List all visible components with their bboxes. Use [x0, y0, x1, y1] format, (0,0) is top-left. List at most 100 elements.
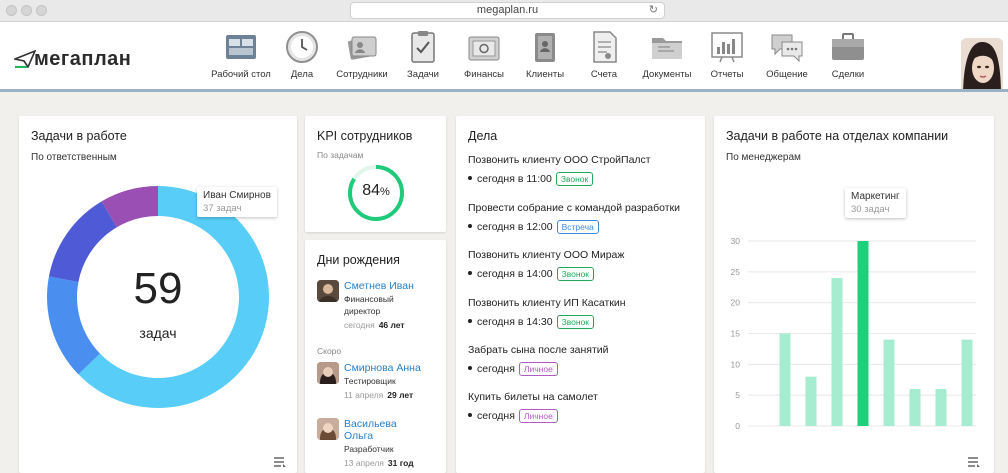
bar-6[interactable] — [935, 389, 947, 426]
window-minimize-button[interactable] — [21, 5, 32, 16]
kpi-card: KPI сотрудников По задачам 84% — [305, 116, 446, 232]
bullet-icon — [468, 224, 472, 228]
nav-item-invoice[interactable]: Счета — [584, 30, 624, 86]
birthday-name-link-cont[interactable]: Ольга — [344, 430, 373, 442]
bar-7[interactable] — [961, 339, 973, 426]
nav-item-chat[interactable]: Общение — [763, 30, 811, 86]
bullet-icon — [468, 366, 472, 370]
birthday-photo — [317, 362, 339, 384]
safe-icon — [468, 36, 500, 61]
employees-icon — [347, 36, 377, 60]
deal-tag[interactable]: Личное — [518, 362, 558, 376]
clients-icon — [535, 33, 555, 62]
briefcase-icon — [832, 33, 864, 60]
deal-tag[interactable]: Звонок — [556, 267, 595, 281]
window-close-button[interactable] — [6, 5, 17, 16]
widget-menu-icon[interactable] — [968, 457, 981, 468]
deal-meta: сегодня в 12:00 Встреча — [468, 220, 705, 234]
deal-time: сегодня в 12:00 — [477, 220, 553, 233]
documents-icon — [652, 38, 682, 59]
deal-title[interactable]: Провести собрание с командой разработки — [468, 202, 705, 214]
donut-total-label: задач — [139, 325, 177, 341]
nav-item-clock[interactable]: Дела — [282, 30, 322, 86]
deal-title[interactable]: Позвонить клиенту ООО Мираж — [468, 249, 705, 261]
deal-tag[interactable]: Встреча — [556, 220, 599, 234]
donut-total: 59 — [133, 264, 183, 313]
bullet-icon — [468, 413, 472, 417]
bar-0[interactable] — [779, 333, 791, 427]
deal-tag[interactable]: Звонок — [556, 315, 595, 329]
deal-meta: сегодня в 11:00 Звонок — [468, 172, 705, 186]
deal-title[interactable]: Купить билеты на самолет — [468, 391, 705, 403]
birthday-role: Финансовый — [344, 294, 394, 304]
deals-card: Дела Позвонить клиенту ООО СтройПалст сег… — [456, 116, 705, 473]
tooltip-value: 37 задач — [203, 203, 242, 214]
deal-time: сегодня в 14:30 — [477, 315, 553, 328]
deal-tag[interactable]: Личное — [518, 409, 558, 423]
nav-item-documents[interactable]: Документы — [638, 30, 696, 86]
person-photo-icon — [317, 280, 339, 302]
departments-chart-card: Задачи в работе на отделах компании По м… — [714, 116, 994, 473]
tasks-icon — [411, 31, 435, 63]
birthday-role-cont: директор — [344, 306, 381, 316]
deal-item[interactable]: Позвонить клиенту ИП Касаткин сегодня в 1… — [468, 297, 705, 329]
nav-item-label: Клиенты — [525, 69, 565, 80]
departments-bar-chart: 0 5 10 15 20 25 30 — [731, 236, 976, 431]
birthday-role: Тестировщик — [344, 376, 396, 386]
nav-item-clients[interactable]: Клиенты — [522, 30, 568, 86]
reports-icon — [711, 32, 743, 63]
kpi-unit: % — [380, 186, 390, 198]
nav-item-employees[interactable]: Сотрудники — [334, 30, 390, 86]
chart-title: Задачи в работе на отделах компании — [726, 129, 949, 143]
y-tick-label: 20 — [731, 298, 741, 308]
y-tick-label: 5 — [735, 390, 740, 400]
deal-title[interactable]: Забрать сына после занятий — [468, 344, 705, 356]
bar-3[interactable] — [857, 241, 869, 426]
nav-item-label: Сотрудники — [336, 69, 388, 80]
deal-title[interactable]: Позвонить клиенту ИП Касаткин — [468, 297, 705, 309]
nav-item-label: Финансы — [464, 69, 504, 80]
deal-item[interactable]: Позвонить клиенту ООО Мираж сегодня в 14:… — [468, 249, 705, 281]
deal-item[interactable]: Провести собрание с командой разработки с… — [468, 202, 705, 234]
donut-tooltip: Иван Смирнов 37 задач — [197, 187, 277, 217]
soon-section-label: Скоро — [317, 346, 342, 356]
birthday-name-link[interactable]: Васильева — [344, 418, 397, 430]
chart-subtitle: По менеджерам — [726, 152, 801, 163]
deal-item[interactable]: Позвонить клиенту ООО СтройПалст сегодня … — [468, 154, 705, 186]
birthday-photo — [317, 418, 339, 440]
desktop-icon — [226, 35, 256, 59]
nav-item-tasks[interactable]: Задачи — [402, 30, 444, 86]
address-bar[interactable]: megaplan.ru ↻ — [350, 2, 665, 19]
address-bar-url: megaplan.ru — [476, 4, 539, 16]
birthday-name-link[interactable]: Смирнова Анна — [344, 362, 421, 374]
window-zoom-button[interactable] — [36, 5, 47, 16]
bullet-icon — [468, 271, 472, 275]
bar-1[interactable] — [805, 376, 817, 426]
nav-item-desktop[interactable]: Рабочий стол — [210, 30, 272, 86]
app-header: мегаплан Рабочий стол Дела Сотрудники Задач… — [0, 22, 1008, 98]
deal-meta: сегодня в 14:30 Звонок — [468, 315, 705, 329]
birthday-role: Разработчик — [344, 444, 394, 454]
tooltip-name: Иван Смирнов — [203, 190, 271, 201]
bar-2[interactable] — [831, 278, 843, 426]
bar-4[interactable] — [883, 339, 895, 426]
y-tick-label: 30 — [731, 236, 741, 246]
card-title: KPI сотрудников — [317, 129, 413, 143]
person-photo-icon — [317, 418, 339, 440]
widget-menu-icon[interactable] — [274, 457, 287, 468]
nav-item-label: Дела — [290, 69, 314, 80]
bar-5[interactable] — [909, 389, 921, 426]
brand-name: мегаплан — [34, 48, 132, 70]
deal-title[interactable]: Позвонить клиенту ООО СтройПалст — [468, 154, 705, 166]
y-tick-label: 10 — [731, 359, 741, 369]
reload-icon[interactable]: ↻ — [649, 3, 658, 18]
nav-item-safe[interactable]: Финансы — [459, 30, 509, 86]
deal-item[interactable]: Забрать сына после занятий сегодня Личное — [468, 344, 705, 376]
birthday-name-link[interactable]: Сметнев Иван — [344, 280, 414, 292]
deal-item[interactable]: Купить билеты на самолет сегодня Личное — [468, 391, 705, 423]
nav-item-briefcase[interactable]: Сделки — [826, 30, 870, 86]
card-title: Дела — [468, 129, 498, 143]
deal-time: сегодня в 11:00 — [477, 172, 552, 185]
deal-tag[interactable]: Звонок — [555, 172, 594, 186]
nav-item-reports[interactable]: Отчеты — [706, 30, 748, 86]
